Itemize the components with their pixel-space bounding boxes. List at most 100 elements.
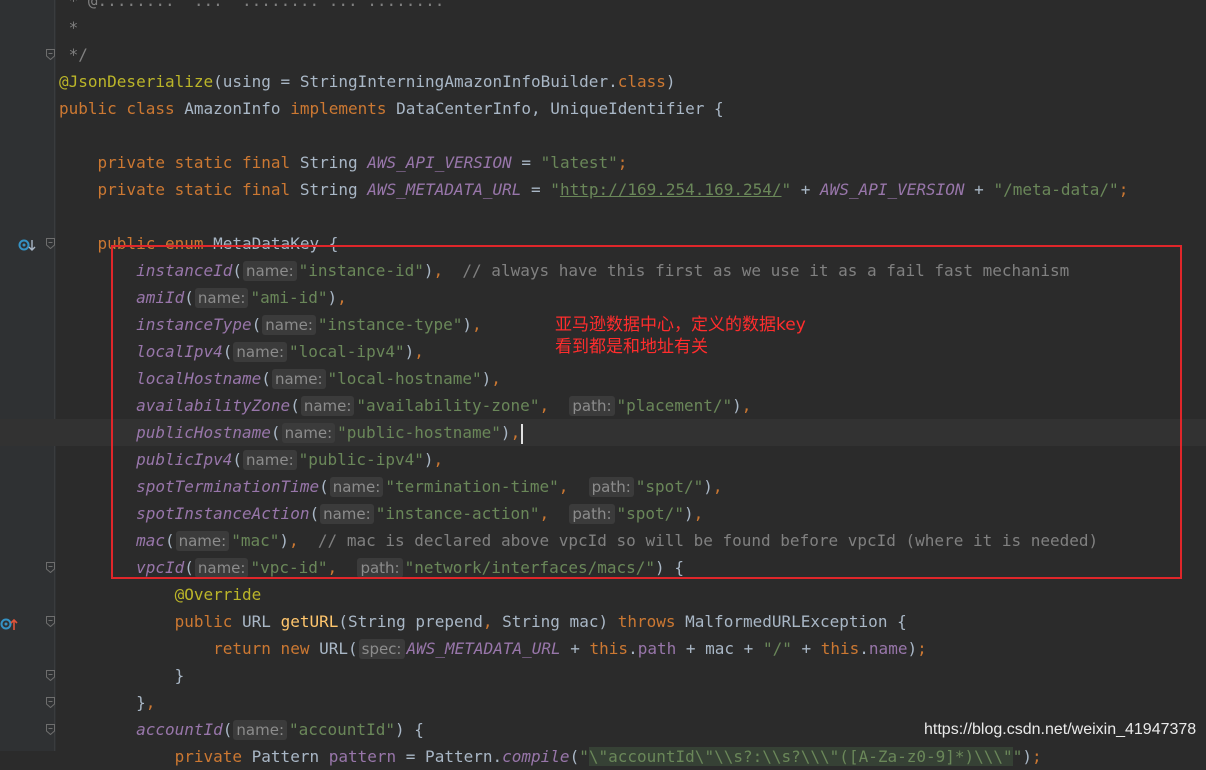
code-token: ; bbox=[617, 153, 628, 172]
code-token: class bbox=[617, 72, 666, 91]
code-token: ( bbox=[222, 720, 233, 739]
code-line[interactable]: }, bbox=[0, 689, 1206, 716]
code-token: private bbox=[174, 747, 252, 766]
code-text[interactable]: }, bbox=[59, 689, 155, 716]
code-token: pattern bbox=[328, 747, 397, 766]
code-token: } bbox=[59, 666, 185, 685]
code-token: " bbox=[550, 180, 560, 199]
code-token: ; bbox=[917, 639, 927, 658]
annotation-line-1: 亚马逊数据中心，定义的数据key bbox=[555, 315, 806, 335]
code-line[interactable] bbox=[0, 203, 1206, 230]
code-line[interactable]: public class AmazonInfo implements DataC… bbox=[0, 95, 1206, 122]
fold-marker-icon[interactable] bbox=[46, 238, 55, 249]
code-token: */ bbox=[59, 45, 88, 64]
code-text[interactable]: private static final String AWS_API_VERS… bbox=[59, 149, 628, 176]
parameter-hint: spec: bbox=[358, 639, 405, 659]
annotation-line-2: 看到都是和地址有关 bbox=[555, 337, 708, 357]
code-token: ........ bbox=[97, 0, 175, 10]
code-token: ) bbox=[907, 639, 918, 658]
code-token: private static final bbox=[59, 153, 300, 172]
code-line[interactable]: private static final String AWS_API_VERS… bbox=[0, 149, 1206, 176]
fold-marker-icon[interactable] bbox=[46, 562, 55, 573]
code-token: " bbox=[1012, 747, 1023, 766]
code-token: AWS_API_VERSION bbox=[820, 180, 965, 199]
fold-marker-icon[interactable] bbox=[46, 616, 55, 627]
code-token: return new bbox=[213, 639, 320, 658]
code-line[interactable] bbox=[0, 122, 1206, 149]
code-text[interactable]: private static final String AWS_METADATA… bbox=[59, 176, 1129, 203]
code-line[interactable]: private static final String AWS_METADATA… bbox=[0, 176, 1206, 203]
code-line[interactable]: * bbox=[0, 14, 1206, 41]
code-token: + bbox=[791, 639, 821, 658]
code-text[interactable]: private Pattern pattern = Pattern.compil… bbox=[59, 743, 1042, 770]
code-text[interactable]: @Override bbox=[59, 581, 262, 608]
code-token: " bbox=[781, 180, 792, 199]
code-token: path bbox=[637, 639, 677, 658]
code-token: * bbox=[59, 18, 79, 37]
code-line[interactable]: private Pattern pattern = Pattern.compil… bbox=[0, 743, 1206, 770]
annotation-note: 亚马逊数据中心，定义的数据key 看到都是和地址有关 bbox=[555, 314, 806, 358]
code-token: ) bbox=[1022, 747, 1032, 766]
code-token: + bbox=[791, 180, 821, 199]
code-token: "latest" bbox=[540, 153, 618, 172]
code-token: compile bbox=[502, 747, 570, 766]
code-token: ; bbox=[1118, 180, 1129, 199]
code-token: @ bbox=[87, 0, 98, 10]
code-token: . bbox=[859, 639, 869, 658]
code-line[interactable]: * @........ ... ........ ... ........ bbox=[0, 0, 1206, 14]
code-text[interactable]: public URL getURL(String prepend, String… bbox=[59, 608, 907, 635]
code-token: = Pattern. bbox=[396, 747, 503, 766]
code-token: ) { bbox=[394, 720, 424, 739]
code-text[interactable]: */ bbox=[59, 41, 88, 68]
code-line[interactable]: @JsonDeserialize(using = StringInterning… bbox=[0, 68, 1206, 95]
code-token: " bbox=[579, 747, 589, 766]
code-line[interactable]: */ bbox=[0, 41, 1206, 68]
code-text[interactable]: @JsonDeserialize(using = StringInterning… bbox=[59, 68, 676, 95]
code-token: ) bbox=[665, 72, 676, 91]
code-token: * bbox=[59, 0, 88, 10]
code-token: "/meta-data/" bbox=[993, 180, 1119, 199]
code-token: ( bbox=[569, 747, 580, 766]
fold-marker-icon[interactable] bbox=[46, 49, 55, 60]
code-line[interactable]: return new URL(spec: AWS_METADATA_URL + t… bbox=[0, 635, 1206, 662]
code-text[interactable]: accountId(name: "accountId") { bbox=[59, 716, 424, 743]
code-token: AmazonInfo bbox=[184, 99, 291, 118]
fold-marker-icon[interactable] bbox=[46, 724, 55, 735]
code-token: private static final bbox=[59, 180, 300, 199]
code-token: URL bbox=[242, 612, 281, 631]
code-text[interactable]: return new URL(spec: AWS_METADATA_URL + t… bbox=[59, 635, 927, 662]
code-token: (using = StringInterningAmazonInfoBuilde… bbox=[213, 72, 618, 91]
code-line[interactable]: } bbox=[0, 662, 1206, 689]
code-token: DataCenterInfo, UniqueIdentifier { bbox=[396, 99, 724, 118]
code-token: = bbox=[521, 180, 551, 199]
code-token: String bbox=[299, 153, 368, 172]
code-text[interactable]: * @........ ... ........ ... ........ bbox=[59, 0, 445, 14]
code-token: ; bbox=[1031, 747, 1042, 766]
code-line[interactable]: public URL getURL(String prepend, String… bbox=[0, 608, 1206, 635]
code-token: this bbox=[589, 639, 629, 658]
code-token: accountId bbox=[136, 720, 223, 739]
code-token: getURL bbox=[280, 612, 339, 631]
code-token: MalformedURLException { bbox=[685, 612, 907, 631]
code-token: @Override bbox=[174, 585, 262, 604]
code-text[interactable]: } bbox=[59, 662, 185, 689]
code-token: this bbox=[820, 639, 860, 658]
fold-marker-icon[interactable] bbox=[46, 697, 55, 708]
code-token: , bbox=[145, 693, 156, 712]
code-token: "/" bbox=[762, 639, 792, 658]
code-token: String mac) bbox=[502, 612, 618, 631]
code-text[interactable]: public class AmazonInfo implements DataC… bbox=[59, 95, 724, 122]
code-token: = bbox=[511, 153, 541, 172]
watermark-text: https://blog.csdn.net/weixin_41947378 bbox=[924, 721, 1197, 738]
code-token: Pattern bbox=[251, 747, 329, 766]
code-token: URL( bbox=[319, 639, 358, 658]
code-text[interactable]: * bbox=[59, 14, 79, 41]
code-token: throws bbox=[617, 612, 686, 631]
fold-marker-icon[interactable] bbox=[46, 670, 55, 681]
code-line[interactable]: @Override bbox=[0, 581, 1206, 608]
